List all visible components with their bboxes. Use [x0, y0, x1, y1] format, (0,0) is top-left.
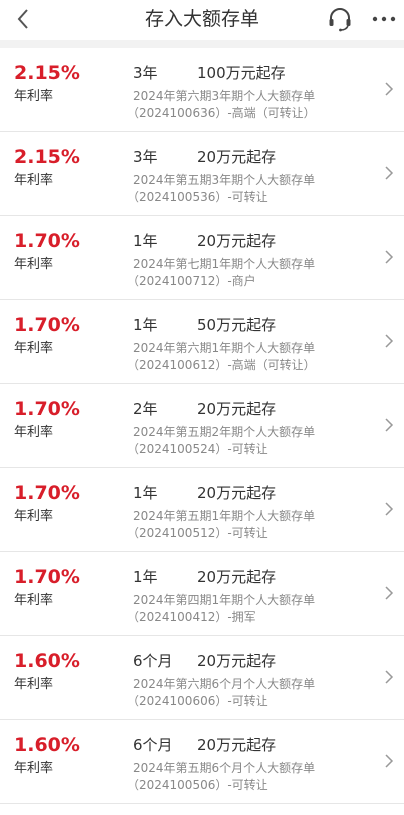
term: 1年: [133, 232, 158, 250]
minimum-deposit: 20万元起存: [197, 148, 277, 166]
term: 1年: [133, 484, 158, 502]
back-button[interactable]: [10, 6, 36, 32]
minimum-deposit: 20万元起存: [197, 652, 277, 670]
product-code: （2024100606）-可转让: [127, 694, 268, 708]
more-dots-icon: [372, 16, 396, 22]
annual-rate: 1.70%: [14, 398, 80, 420]
term: 3年: [133, 148, 158, 166]
annual-rate-label: 年利率: [14, 509, 54, 524]
minimum-deposit: 20万元起存: [197, 232, 277, 250]
product-row[interactable]: 2.15% 年利率 3年 20万元起存 2024年第五期3年期个人大额存单 （202410…: [0, 132, 404, 216]
product-code: （2024100524）-可转让: [127, 442, 268, 456]
minimum-deposit: 50万元起存: [197, 316, 277, 334]
product-row[interactable]: 1.70% 年利率 1年 20万元起存 2024年第四期1年期个人大额存单 （202410…: [0, 552, 404, 636]
annual-rate-label: 年利率: [14, 425, 54, 440]
term: 6个月: [133, 652, 173, 670]
annual-rate: 1.70%: [14, 482, 80, 504]
chevron-right-icon: [385, 418, 394, 432]
product-name: 2024年第四期1年期个人大额存单: [133, 593, 316, 607]
term: 1年: [133, 568, 158, 586]
minimum-deposit: 20万元起存: [197, 568, 277, 586]
annual-rate-label: 年利率: [14, 257, 54, 272]
product-name: 2024年第五期2年期个人大额存单: [133, 425, 316, 439]
header-divider: [0, 40, 404, 48]
annual-rate: 1.60%: [14, 734, 80, 756]
term: 1年: [133, 316, 158, 334]
annual-rate-label: 年利率: [14, 89, 54, 104]
term: 6个月: [133, 736, 173, 754]
chevron-right-icon: [385, 670, 394, 684]
chevron-right-icon: [385, 502, 394, 516]
product-name: 2024年第五期3年期个人大额存单: [133, 173, 316, 187]
product-row[interactable]: 1.70% 年利率 2年 20万元起存 2024年第五期2年期个人大额存单 （202410…: [0, 384, 404, 468]
annual-rate: 2.15%: [14, 146, 80, 168]
customer-service-button[interactable]: [326, 5, 354, 33]
product-code: （2024100412）-拥军: [127, 610, 256, 624]
chevron-right-icon: [385, 166, 394, 180]
product-code: （2024100712）-商户: [127, 274, 256, 288]
product-row[interactable]: 1.60% 年利率 6个月 20万元起存 2024年第六期6个月个人大额存单 （20241…: [0, 636, 404, 720]
annual-rate-label: 年利率: [14, 593, 54, 608]
product-list: 2.15% 年利率 3年 100万元起存 2024年第六期3年期个人大额存单 （20241…: [0, 48, 404, 804]
annual-rate-label: 年利率: [14, 761, 54, 776]
annual-rate: 1.60%: [14, 650, 80, 672]
chevron-right-icon: [385, 82, 394, 96]
product-name: 2024年第六期3年期个人大额存单: [133, 89, 316, 103]
product-name: 2024年第五期6个月个人大额存单: [133, 761, 316, 775]
product-code: （2024100506）-可转让: [127, 778, 268, 792]
chevron-right-icon: [385, 334, 394, 348]
product-row[interactable]: 2.15% 年利率 3年 100万元起存 2024年第六期3年期个人大额存单 （20241…: [0, 48, 404, 132]
annual-rate-label: 年利率: [14, 677, 54, 692]
chevron-right-icon: [385, 754, 394, 768]
minimum-deposit: 100万元起存: [197, 64, 286, 82]
product-row[interactable]: 1.70% 年利率 1年 20万元起存 2024年第七期1年期个人大额存单 （202410…: [0, 216, 404, 300]
annual-rate-label: 年利率: [14, 173, 54, 188]
minimum-deposit: 20万元起存: [197, 400, 277, 418]
product-code: （2024100536）-可转让: [127, 190, 268, 204]
annual-rate: 2.15%: [14, 62, 80, 84]
product-code: （2024100612）-高端（可转让）: [127, 358, 316, 372]
product-name: 2024年第六期1年期个人大额存单: [133, 341, 316, 355]
product-name: 2024年第七期1年期个人大额存单: [133, 257, 316, 271]
chevron-right-icon: [385, 250, 394, 264]
product-row[interactable]: 1.60% 年利率 6个月 20万元起存 2024年第五期6个月个人大额存单 （20241…: [0, 720, 404, 804]
minimum-deposit: 20万元起存: [197, 484, 277, 502]
product-name: 2024年第五期1年期个人大额存单: [133, 509, 316, 523]
minimum-deposit: 20万元起存: [197, 736, 277, 754]
annual-rate-label: 年利率: [14, 341, 54, 356]
annual-rate: 1.70%: [14, 314, 80, 336]
chevron-right-icon: [385, 586, 394, 600]
term: 3年: [133, 64, 158, 82]
header-bar: 存入大额存单: [0, 0, 404, 40]
term: 2年: [133, 400, 158, 418]
product-code: （2024100636）-高端（可转让）: [127, 106, 316, 120]
annual-rate: 1.70%: [14, 230, 80, 252]
headset-icon: [329, 8, 351, 32]
more-button[interactable]: [370, 8, 398, 30]
product-row[interactable]: 1.70% 年利率 1年 50万元起存 2024年第六期1年期个人大额存单 （202410…: [0, 300, 404, 384]
product-name: 2024年第六期6个月个人大额存单: [133, 677, 316, 691]
product-row[interactable]: 1.70% 年利率 1年 20万元起存 2024年第五期1年期个人大额存单 （202410…: [0, 468, 404, 552]
chevron-left-icon: [17, 9, 28, 29]
annual-rate: 1.70%: [14, 566, 80, 588]
product-code: （2024100512）-可转让: [127, 526, 268, 540]
